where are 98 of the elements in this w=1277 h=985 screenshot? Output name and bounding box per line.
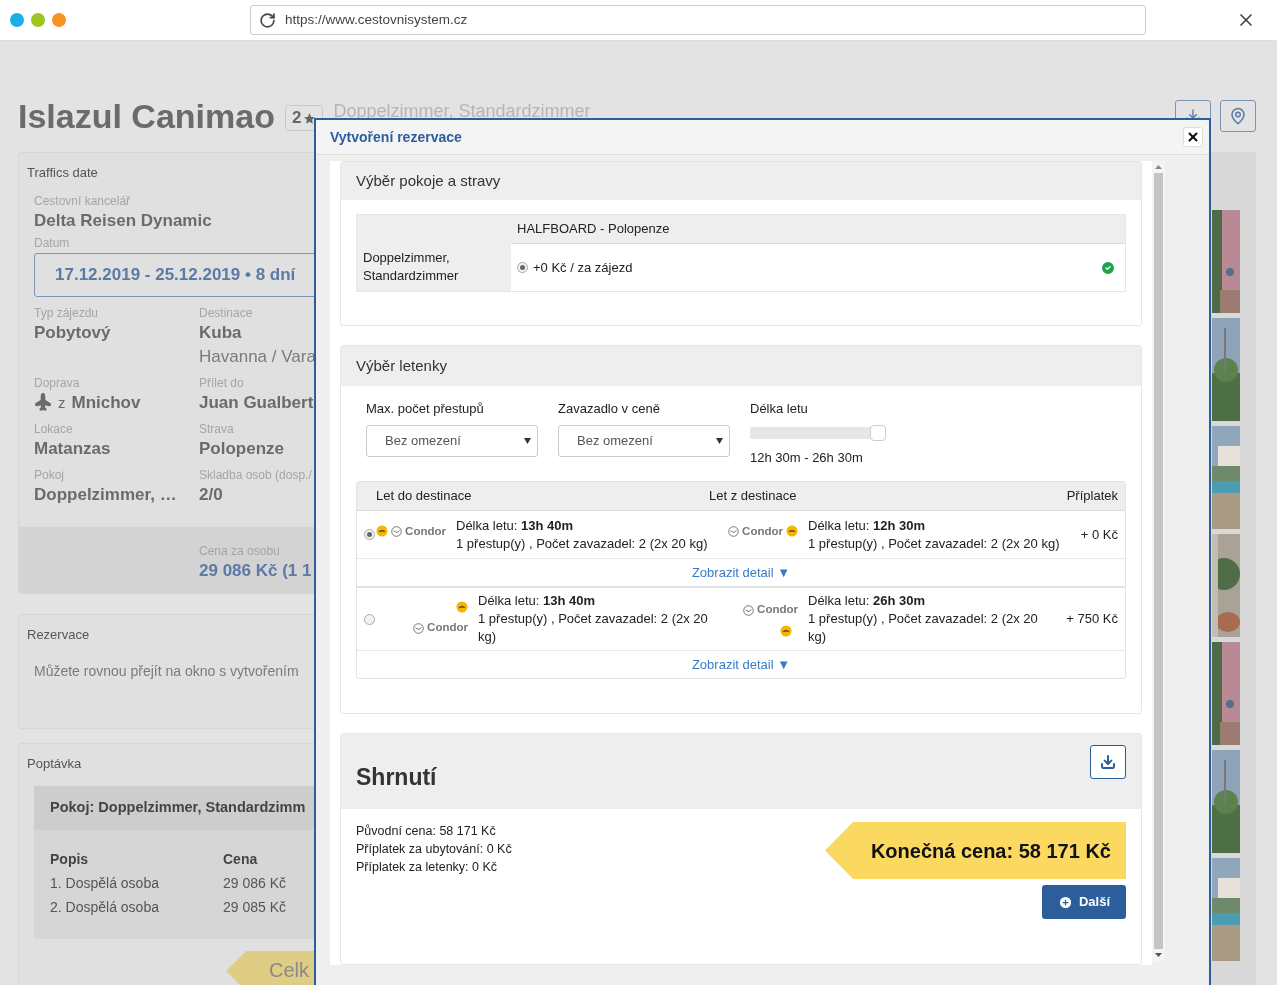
caret-icon <box>524 437 531 444</box>
range-reading: 12h 30m - 26h 30m <box>750 448 864 467</box>
field-label: Strava <box>199 421 234 437</box>
scroll-down-icon[interactable] <box>1155 953 1162 957</box>
option-label: +0 Kč / za zájezd <box>533 258 633 277</box>
filter-label: Max. počet přestupů <box>366 400 485 418</box>
field-label: Skladba osob (dosp./ <box>199 467 312 483</box>
field-label: Pokoj <box>34 467 65 483</box>
airline-name: Condor <box>405 523 446 539</box>
scroll-thumb[interactable] <box>1154 173 1163 949</box>
flight-info: 1 přestup(y) , Počet zavazadel: 2 (2x 20 kg) <box>478 610 709 646</box>
airline-logo-icon <box>780 624 792 637</box>
panel-title: Rezervace <box>27 627 90 642</box>
summary-line: Příplatek za letenky: 0 Kč <box>356 859 499 876</box>
surcharge: + 0 Kč <box>1080 525 1118 544</box>
field-value: Mnichov <box>71 392 141 414</box>
field-value: Juan Gualbert <box>199 392 314 414</box>
table-cell-text: 2. Dospělá osoba <box>50 898 159 917</box>
field-value: Kuba <box>199 322 242 344</box>
map-pin-icon <box>1229 107 1247 125</box>
reservation-text: Můžete rovnou přejít na okno s vytvořením <box>34 663 299 679</box>
field-label: Doprava <box>34 375 80 391</box>
field-value: 2/0 <box>199 484 223 506</box>
field-label: Destinace <box>199 305 253 321</box>
caret-icon <box>716 437 723 444</box>
column-header: Let z destinace <box>709 487 798 506</box>
plus-icon <box>1057 894 1073 910</box>
flight-duration: Délka letu: 26h 30m <box>808 592 927 610</box>
star-icon <box>303 111 317 125</box>
airline-logo-icon <box>391 525 403 537</box>
section-title: Výběr letenky <box>341 346 1141 386</box>
board-header: HALFBOARD - Polopenze <box>517 220 670 239</box>
scroll-up-icon[interactable] <box>1155 165 1162 169</box>
column-header: Let do destinace <box>375 487 473 506</box>
filter-select[interactable]: Bez omezení <box>558 424 730 457</box>
column-header: Popis <box>50 850 89 869</box>
scrollbar[interactable] <box>1152 161 1165 961</box>
airline-logo-icon <box>728 525 740 537</box>
hotel-title: Islazul Canimao <box>18 96 275 136</box>
dialog-title: Vytvoření rezervace <box>330 127 462 147</box>
flight-row[interactable]: Condor Délka letu: 13h 40m 1 přestup(y) , Počet zavazadel: 2 (2x 20 kg) Condor Délka letu: 12h 30m 1 přestup(y) , Počet zavazadel: 2 (2x 20 kg) + 0 Kč <box>357 511 1125 558</box>
field-value: Delta Reisen Dynamic <box>34 210 212 232</box>
field-value: Matanzas <box>34 438 111 460</box>
field-label: Datum <box>34 235 70 251</box>
route-prefix: z <box>58 393 66 413</box>
flight-duration: Délka letu: 13h 40m <box>478 592 597 610</box>
price-value: 29 086 Kč (1 1 <box>199 560 312 582</box>
airline-logo-icon <box>413 622 425 634</box>
table-cell-text: 1. Dospělá osoba <box>50 874 159 893</box>
map-button[interactable] <box>1220 100 1256 132</box>
flight-info: 1 přestup(y) , Počet zavazadel: 2 (2x 20 kg) <box>808 534 1061 553</box>
download-icon <box>1100 754 1116 770</box>
address-bar[interactable]: https://www.cestovnisystem.cz <box>250 5 1146 35</box>
detail-link[interactable]: Zobrazit detail ▼ <box>691 562 791 583</box>
airline-name: Condor <box>427 620 468 636</box>
filter-label: Délka letu <box>750 400 809 418</box>
field-value: Polopenze <box>199 438 284 460</box>
section-title: Výběr pokoje a stravy <box>341 162 1141 200</box>
summary-line: Příplatek za ubytování: 0 Kč <box>356 841 512 858</box>
flight-info: 1 přestup(y) , Počet zavazadel: 2 (2x 20 kg) <box>456 534 709 553</box>
close-button[interactable] <box>1183 127 1203 147</box>
table-cell-text: 29 086 Kč <box>223 874 287 893</box>
reload-icon[interactable] <box>259 11 276 29</box>
slider-track[interactable] <box>750 426 886 439</box>
field-label: Typ zájezdu <box>34 305 99 321</box>
airline-logo-icon <box>456 601 468 614</box>
field-value: Doppelzimmer, … <box>34 484 177 506</box>
radio-button[interactable] <box>364 529 375 540</box>
surcharge: + 750 Kč <box>1066 610 1118 629</box>
field-label: Lokace <box>34 421 73 437</box>
panel-title: Traffics date <box>27 165 98 180</box>
close-icon <box>1186 130 1200 144</box>
slider-handle[interactable] <box>870 424 886 441</box>
next-button[interactable]: Další <box>1041 885 1126 919</box>
field-value: Pobytový <box>34 322 111 344</box>
filter-label: Zavazadlo v ceně <box>558 400 661 418</box>
radio-button[interactable] <box>364 613 375 625</box>
download-button[interactable] <box>1090 745 1126 779</box>
field-label: Cestovní kancelář <box>34 193 131 209</box>
airline-name: Condor <box>742 523 783 539</box>
url-text: https://www.cestovnisystem.cz <box>285 10 468 29</box>
column-header: Cena <box>223 850 258 869</box>
flight-duration: Délka letu: 12h 30m <box>808 516 927 535</box>
airline-logo-icon <box>376 525 389 538</box>
flight-row[interactable]: Condor Délka letu: 13h 40m 1 přestup(y) , Počet zavazadel: 2 (2x 20 kg) Condor Délka letu: 26h 30m 1 přestup(y) , Počet zavazadel: 2 (2x 20 kg) + 750 Kč <box>357 588 1125 650</box>
table-cell-text: 29 085 Kč <box>223 898 287 917</box>
airline-name: Condor <box>757 602 798 618</box>
final-price-tag: Konečná cena: 58 171 Kč <box>825 822 1126 879</box>
airline-logo-icon <box>743 604 755 616</box>
panel-title: Poptávka <box>27 756 82 771</box>
detail-link[interactable]: Zobrazit detail ▼ <box>691 654 791 675</box>
flight-info: 1 přestup(y) , Počet zavazadel: 2 (2x 20 kg) <box>808 610 1039 646</box>
filter-select[interactable]: Bez omezení <box>366 424 538 457</box>
flight-duration: Délka letu: 13h 40m <box>456 516 575 535</box>
radio-button[interactable] <box>517 262 528 273</box>
column-header: Příplatek <box>1066 487 1118 506</box>
field-label: Přílet do <box>199 375 244 391</box>
airline-logo-icon <box>786 525 798 538</box>
